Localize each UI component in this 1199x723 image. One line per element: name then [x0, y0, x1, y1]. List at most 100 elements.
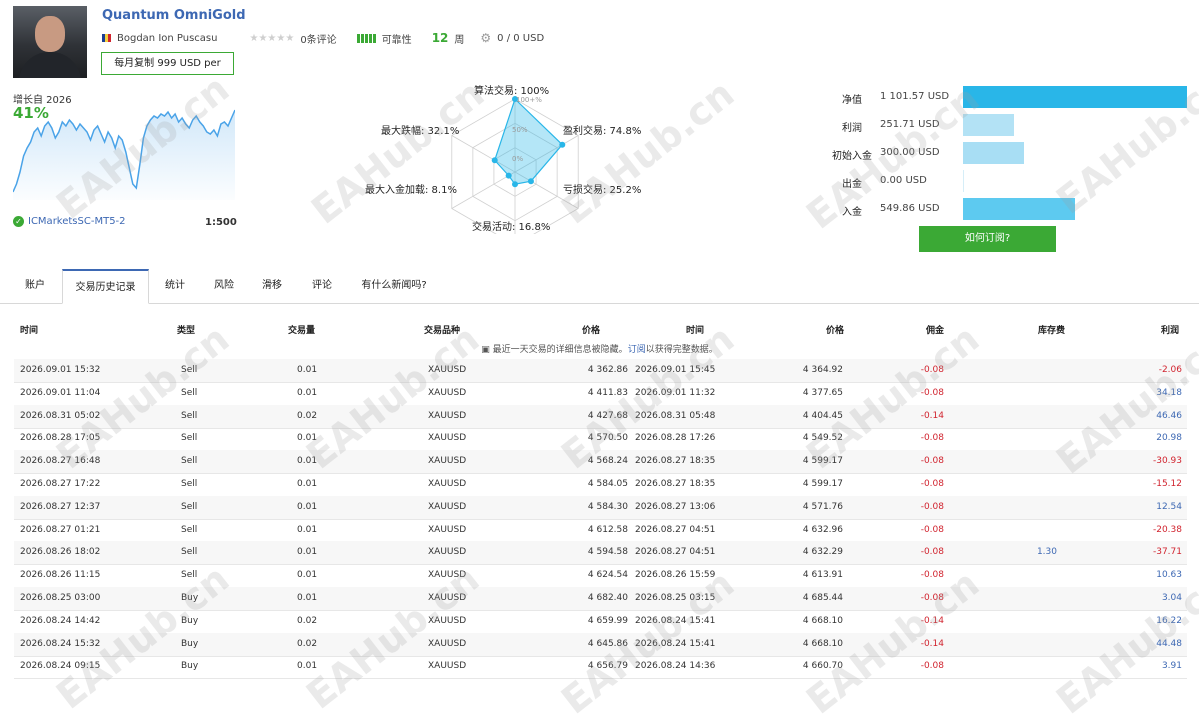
- cell-close-time: 2026.08.24 14:36: [635, 661, 716, 672]
- cell-symbol: XAUUSD: [428, 479, 467, 489]
- balance-label: 出金: [842, 179, 862, 190]
- radar-label-profit-trades: 盈利交易: 74.8%: [563, 126, 642, 137]
- cell-open-price: 4 411.83: [587, 387, 628, 398]
- cell-symbol: XAUUSD: [428, 365, 467, 375]
- table-row[interactable]: 2026.08.25 03:00 Buy 0.01 XAUUSD 4 682.40 202…: [14, 587, 1187, 611]
- cell-open-time: 2026.08.27 01:21: [20, 524, 101, 535]
- radar-label-algo: 算法交易: 100%: [474, 86, 550, 97]
- cell-swap: 1.30: [1036, 547, 1057, 558]
- table-row[interactable]: 2026.08.24 14:42 Buy 0.02 XAUUSD 4 659.99 202…: [14, 610, 1187, 634]
- lock-icon: ▣: [481, 345, 490, 355]
- cell-profit: -30.93: [1152, 456, 1182, 467]
- cell-symbol: XAUUSD: [428, 501, 467, 512]
- cell-open-time: 2026.08.27 16:48: [20, 456, 101, 467]
- cell-symbol: XAUUSD: [428, 547, 467, 558]
- radar-tick-100: 100+%: [516, 96, 542, 104]
- col-header-close-price[interactable]: 价格: [826, 323, 844, 336]
- col-header-type[interactable]: 类型: [177, 323, 195, 336]
- cell-volume: 0.02: [297, 410, 318, 421]
- cell-type: Sell: [181, 547, 198, 558]
- author-avatar[interactable]: [13, 6, 87, 78]
- table-row[interactable]: 2026.08.24 09:15 Buy 0.01 XAUUSD 4 656.79 202…: [14, 655, 1187, 680]
- cell-profit: 16.22: [1156, 615, 1182, 626]
- tab-risk[interactable]: 风险: [204, 269, 244, 303]
- how-to-subscribe-button[interactable]: 如何订阅?: [919, 226, 1056, 252]
- table-row[interactable]: 2026.08.27 01:21 Sell 0.01 XAUUSD 4 612.58 20…: [14, 519, 1187, 543]
- tab-news[interactable]: 有什么新闻吗?: [352, 269, 436, 303]
- radar-tick-0: 0%: [512, 155, 523, 163]
- balance-value: 0.00 USD: [880, 175, 927, 186]
- subscribers-value: 0 / 0 USD: [497, 32, 545, 44]
- cell-volume: 0.01: [297, 547, 318, 558]
- cell-volume: 0.01: [297, 479, 318, 489]
- table-row[interactable]: 2026.08.27 12:37 Sell 0.01 XAUUSD 4 584.30 20…: [14, 495, 1187, 520]
- radar-label-deposit-load: 最大入金加载: 8.1%: [365, 185, 457, 196]
- cell-open-price: 4 612.58: [587, 524, 628, 535]
- balance-bar: [963, 170, 964, 192]
- copy-subscribe-button[interactable]: 每月复制 999 USD per: [101, 52, 234, 75]
- table-row[interactable]: 2026.08.26 18:02 Sell 0.01 XAUUSD 4 594.58 20…: [14, 541, 1187, 566]
- col-header-swap[interactable]: 库存费: [1038, 323, 1065, 336]
- table-row[interactable]: 2026.08.31 05:02 Sell 0.02 XAUUSD 4 427.68 20…: [14, 404, 1187, 429]
- col-header-open-price[interactable]: 价格: [582, 323, 600, 336]
- cell-volume: 0.01: [297, 524, 318, 535]
- cell-volume: 0.02: [297, 638, 318, 649]
- cell-close-price: 4 571.76: [802, 501, 843, 512]
- balance-bar: [963, 114, 1015, 136]
- table-row[interactable]: 2026.08.24 15:32 Buy 0.02 XAUUSD 4 645.86 202…: [14, 632, 1187, 657]
- table-row[interactable]: 2026.08.27 17:22 Sell 0.01 XAUUSD 4 584.05 20…: [14, 473, 1187, 497]
- col-header-symbol[interactable]: 交易品种: [424, 323, 460, 336]
- col-header-open-time[interactable]: 时间: [20, 323, 38, 336]
- cell-type: Sell: [181, 410, 198, 421]
- tab-statistics[interactable]: 统计: [155, 269, 195, 303]
- cell-close-time: 2026.08.27 18:35: [635, 456, 716, 467]
- cell-close-time: 2026.08.27 18:35: [635, 479, 716, 489]
- cell-commission: -0.08: [920, 365, 944, 375]
- cell-open-time: 2026.08.28 17:05: [20, 433, 101, 444]
- cell-close-price: 4 377.65: [802, 387, 843, 398]
- author-name[interactable]: Bogdan Ion Puscasu: [117, 33, 217, 44]
- broker-server[interactable]: ✓ ICMarketsSC-MT5-2: [13, 216, 126, 227]
- rating-stars: ★★★★★: [249, 32, 295, 44]
- growth-chart[interactable]: [13, 100, 235, 200]
- cell-type: Sell: [181, 456, 198, 467]
- tab-account[interactable]: 账户: [14, 269, 56, 303]
- notice-subscribe-link[interactable]: 订阅: [628, 345, 646, 355]
- cell-open-time: 2026.08.25 03:00: [20, 593, 101, 603]
- romania-flag-icon: [102, 34, 111, 42]
- col-header-volume[interactable]: 交易量: [288, 323, 315, 336]
- tab-trade-history[interactable]: 交易历史记录: [62, 269, 149, 304]
- cell-close-time: 2026.08.27 13:06: [635, 501, 716, 512]
- table-row[interactable]: 2026.08.27 16:48 Sell 0.01 XAUUSD 4 568.24 20…: [14, 450, 1187, 475]
- col-header-commission[interactable]: 佣金: [926, 323, 944, 336]
- table-row[interactable]: 2026.08.28 17:05 Sell 0.01 XAUUSD 4 570.50 20…: [14, 427, 1187, 452]
- reliability-label: 可靠性: [381, 34, 412, 46]
- cell-type: Buy: [181, 638, 199, 649]
- cell-close-price: 4 599.17: [802, 456, 843, 467]
- col-header-close-time[interactable]: 时间: [686, 323, 704, 336]
- balance-label: 入金: [842, 207, 862, 218]
- table-row[interactable]: 2026.09.01 11:04 Sell 0.01 XAUUSD 4 411.83 20…: [14, 382, 1187, 406]
- cell-commission: -0.08: [920, 479, 944, 489]
- tab-slippage[interactable]: 滑移: [252, 269, 292, 303]
- radar-point: [559, 141, 566, 148]
- cell-close-time: 2026.08.31 05:48: [635, 410, 716, 421]
- col-header-profit[interactable]: 利润: [1161, 323, 1179, 336]
- tab-reviews[interactable]: 评论: [302, 269, 342, 303]
- reviews-count[interactable]: 0条评论: [300, 31, 336, 46]
- cell-commission: -0.14: [920, 615, 944, 626]
- cell-commission: -0.08: [920, 547, 944, 558]
- radar-value-polygon: [494, 97, 564, 185]
- cell-open-time: 2026.09.01 11:04: [20, 387, 101, 398]
- signal-title[interactable]: Quantum OmniGold: [102, 8, 246, 23]
- cell-open-price: 4 584.05: [587, 479, 628, 489]
- table-row[interactable]: 2026.09.01 15:32 Sell 0.01 XAUUSD 4 362.86 20…: [14, 359, 1187, 383]
- cell-symbol: XAUUSD: [428, 593, 467, 603]
- cell-open-time: 2026.08.27 12:37: [20, 501, 101, 512]
- cell-commission: -0.08: [920, 593, 944, 603]
- cell-symbol: XAUUSD: [428, 410, 467, 421]
- cell-commission: -0.08: [920, 570, 944, 581]
- broker-name[interactable]: ICMarketsSC-MT5-2: [28, 216, 126, 227]
- cell-close-price: 4 668.10: [802, 615, 843, 626]
- table-row[interactable]: 2026.08.26 11:15 Sell 0.01 XAUUSD 4 624.54 20…: [14, 564, 1187, 589]
